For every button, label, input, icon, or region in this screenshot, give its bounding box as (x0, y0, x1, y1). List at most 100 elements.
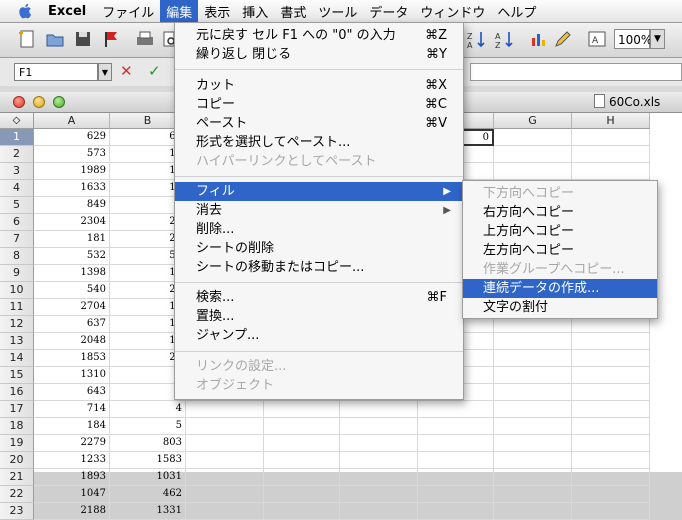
open-button[interactable] (44, 28, 68, 52)
fill-right[interactable]: 右方向へコピー (463, 203, 657, 222)
menu-find[interactable]: 検索... ⌘F (175, 288, 463, 307)
cell[interactable]: 1633 (34, 180, 110, 197)
cell[interactable]: 184 (34, 418, 110, 435)
cell[interactable]: 573 (34, 146, 110, 163)
row-header[interactable]: 22 (0, 486, 34, 503)
zoom-field[interactable]: 100% (614, 29, 652, 49)
minimize-window-button[interactable] (33, 96, 45, 108)
cell[interactable] (418, 418, 494, 435)
menu-repeat[interactable]: 繰り返し 閉じる ⌘Y (175, 45, 463, 64)
column-header[interactable]: H (572, 113, 650, 129)
menu-format[interactable]: 書式 (274, 0, 312, 22)
apple-menu[interactable] (14, 0, 36, 22)
menu-delete-sheet[interactable]: シートの削除 (175, 239, 463, 258)
menu-cut[interactable]: カット ⌘X (175, 76, 463, 95)
cell[interactable] (572, 401, 650, 418)
menu-edit[interactable]: 編集 (160, 0, 199, 22)
cell[interactable]: 1047 (34, 486, 110, 503)
cell[interactable]: 1853 (34, 350, 110, 367)
text-box-button[interactable]: A (586, 28, 610, 52)
menu-fill[interactable]: フィル ▶ (175, 182, 463, 201)
cell[interactable]: 849 (34, 197, 110, 214)
menu-delete[interactable]: 削除... (175, 220, 463, 239)
row-header[interactable]: 20 (0, 452, 34, 469)
select-all-corner[interactable]: ◇ (0, 113, 34, 129)
cell[interactable]: 181 (34, 231, 110, 248)
cell[interactable]: 540 (34, 282, 110, 299)
row-header[interactable]: 14 (0, 350, 34, 367)
menu-app[interactable]: Excel (36, 0, 96, 22)
cell[interactable]: 1233 (34, 452, 110, 469)
menu-undo[interactable]: 元に戻す セル F1 への "0" の入力 ⌘Z (175, 26, 463, 45)
fill-left[interactable]: 左方向へコピー (463, 241, 657, 260)
cell[interactable] (494, 384, 572, 401)
cell[interactable] (264, 435, 340, 452)
cell[interactable] (572, 146, 650, 163)
cell[interactable]: 1989 (34, 163, 110, 180)
drawing-button[interactable] (552, 28, 576, 52)
fill-series[interactable]: 連続データの作成... (463, 279, 657, 298)
menu-insert[interactable]: 挿入 (236, 0, 274, 22)
cell[interactable] (572, 503, 650, 520)
cell[interactable]: 4 (110, 401, 186, 418)
cell[interactable] (494, 486, 572, 503)
menu-view[interactable]: 表示 (198, 0, 236, 22)
cell[interactable] (572, 435, 650, 452)
cell[interactable] (418, 401, 494, 418)
cell[interactable]: 2188 (34, 503, 110, 520)
row-header[interactable]: 11 (0, 299, 34, 316)
cell[interactable] (494, 129, 572, 146)
cell[interactable] (418, 452, 494, 469)
cell[interactable]: 2279 (34, 435, 110, 452)
fill-justify[interactable]: 文字の割付 (463, 298, 657, 317)
row-header[interactable]: 2 (0, 146, 34, 163)
row-header[interactable]: 13 (0, 333, 34, 350)
cell[interactable] (186, 452, 264, 469)
column-header[interactable]: A (34, 113, 110, 129)
cell[interactable]: 803 (110, 435, 186, 452)
cell[interactable] (494, 418, 572, 435)
cell[interactable] (186, 486, 264, 503)
name-box[interactable]: F1 (14, 63, 98, 81)
fill-up[interactable]: 上方向へコピー (463, 222, 657, 241)
cell[interactable] (494, 163, 572, 180)
cell[interactable] (340, 503, 418, 520)
cell[interactable]: 1583 (110, 452, 186, 469)
cancel-entry-icon[interactable]: ✕ (120, 62, 133, 80)
menu-goto[interactable]: ジャンプ... (175, 326, 463, 345)
menu-copy[interactable]: コピー ⌘C (175, 95, 463, 114)
cell[interactable]: 637 (34, 316, 110, 333)
cell[interactable] (264, 418, 340, 435)
save-button[interactable] (72, 28, 96, 52)
menu-paste[interactable]: ペースト ⌘V (175, 114, 463, 133)
name-box-dropdown-arrow[interactable]: ▼ (98, 63, 112, 81)
cell[interactable] (572, 384, 650, 401)
cell[interactable] (494, 350, 572, 367)
row-header[interactable]: 15 (0, 367, 34, 384)
cell[interactable]: 462 (110, 486, 186, 503)
cell[interactable]: 5 (110, 418, 186, 435)
cell[interactable] (186, 435, 264, 452)
cell[interactable] (572, 129, 650, 146)
cell[interactable] (340, 435, 418, 452)
cell[interactable]: 629 (34, 129, 110, 146)
cell[interactable] (572, 418, 650, 435)
row-header[interactable]: 9 (0, 265, 34, 282)
cell[interactable]: 2048 (34, 333, 110, 350)
cell[interactable] (494, 146, 572, 163)
menu-replace[interactable]: 置換... (175, 307, 463, 326)
menu-help[interactable]: ヘルプ (491, 0, 542, 22)
close-window-button[interactable] (13, 96, 25, 108)
menu-window[interactable]: ウィンドウ (414, 0, 491, 22)
new-document-button[interactable] (16, 28, 40, 52)
row-header[interactable]: 16 (0, 384, 34, 401)
cell[interactable] (572, 163, 650, 180)
cell[interactable] (494, 333, 572, 350)
formula-input[interactable] (470, 63, 682, 81)
row-header[interactable]: 12 (0, 316, 34, 333)
menu-move-copy-sheet[interactable]: シートの移動またはコピー... (175, 258, 463, 277)
row-header[interactable]: 5 (0, 197, 34, 214)
sort-descending-button[interactable]: ZA (466, 28, 490, 52)
cell[interactable] (494, 435, 572, 452)
cell[interactable]: 1331 (110, 503, 186, 520)
